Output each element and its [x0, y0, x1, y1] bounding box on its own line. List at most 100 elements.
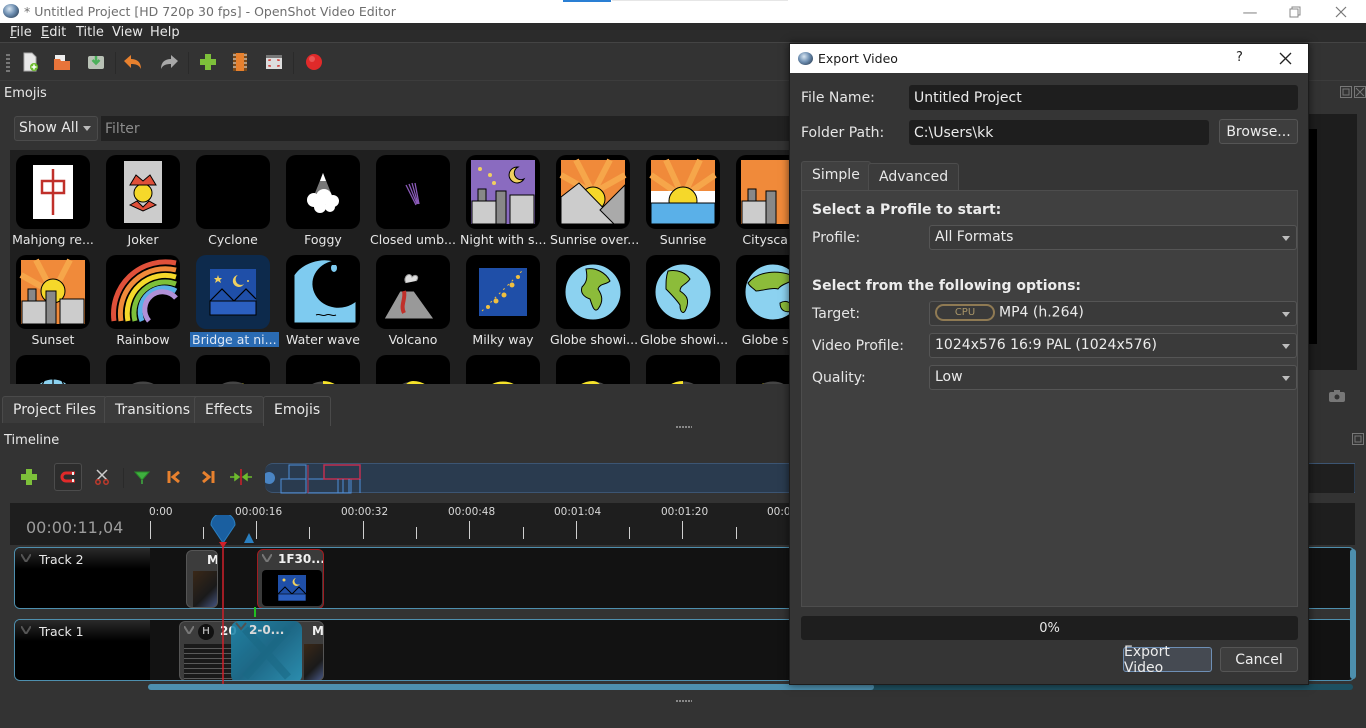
file-name-input[interactable]	[909, 85, 1298, 110]
emoji-item[interactable]: Sunrise over...	[550, 152, 639, 250]
close-window-button[interactable]	[1318, 0, 1364, 23]
emoji-category-select[interactable]: Show All	[14, 116, 98, 141]
tab-project-files[interactable]: Project Files	[2, 396, 108, 423]
timeline-vertical-scrollbar[interactable]	[1350, 549, 1356, 679]
emoji-item[interactable]: Volcano	[370, 252, 456, 350]
add-marker-button[interactable]	[130, 464, 154, 490]
emoji-label: Water wave	[286, 332, 360, 347]
dialog-close-button[interactable]	[1279, 47, 1292, 70]
emoji-label: Rainbow	[116, 332, 170, 347]
minimize-button[interactable]: —	[1227, 0, 1273, 23]
emoji-item[interactable]: Water wave	[280, 252, 366, 350]
emoji-item[interactable]	[190, 352, 276, 384]
dock-resize-handle[interactable]	[676, 426, 692, 428]
emoji-item[interactable]: Globe showi...	[640, 252, 728, 350]
chevron-down-icon[interactable]	[262, 554, 272, 562]
full-moon-icon	[466, 355, 540, 384]
new-project-button[interactable]	[19, 51, 41, 73]
film-icon	[233, 53, 247, 71]
menu-view[interactable]: View	[112, 25, 143, 40]
chevron-down-icon[interactable]	[21, 554, 31, 562]
chevron-down-icon[interactable]	[184, 626, 194, 634]
undo-button[interactable]	[122, 51, 144, 73]
snap-toggle-button[interactable]	[54, 463, 82, 491]
export-video-toolbar-button[interactable]	[303, 51, 325, 73]
timeline-scrollbar-handle[interactable]	[148, 684, 874, 690]
cancel-button[interactable]: Cancel	[1220, 647, 1298, 672]
timeline-clip-selected[interactable]: 1F30...	[257, 549, 324, 608]
float-dock-icon[interactable]	[1352, 433, 1364, 445]
emoji-item[interactable]	[550, 352, 636, 384]
emoji-item[interactable]	[370, 352, 456, 384]
transition-clip[interactable]: 2-0...	[231, 621, 302, 680]
emoji-item[interactable]: Milky way	[460, 252, 546, 350]
previous-marker-button[interactable]	[162, 464, 186, 490]
emoji-filter-input[interactable]	[101, 116, 791, 141]
next-marker-button[interactable]	[196, 464, 220, 490]
marker-icon[interactable]	[243, 533, 255, 545]
emoji-item[interactable]	[100, 352, 186, 384]
profile-value: All Formats	[935, 229, 1014, 245]
emoji-item[interactable]: Foggy	[280, 152, 366, 250]
folder-path-input[interactable]	[909, 120, 1209, 145]
emoji-item[interactable]: Sunset	[10, 252, 96, 350]
first-quarter-icon	[286, 355, 360, 384]
menu-bar: File Edit Title View Help	[0, 23, 1366, 43]
emoji-item[interactable]: Globe showi...	[550, 252, 638, 350]
timeline-resize-handle[interactable]	[676, 700, 692, 702]
center-playhead-button[interactable]	[229, 464, 253, 490]
restore-button[interactable]	[1272, 0, 1318, 23]
emoji-item[interactable]	[280, 352, 366, 384]
add-track-button[interactable]	[17, 464, 41, 490]
emoji-item[interactable]	[460, 352, 546, 384]
camera-icon[interactable]	[1328, 389, 1346, 403]
close-dock-icon[interactable]	[1354, 86, 1366, 98]
emoji-item[interactable]: Closed umb...	[370, 152, 456, 250]
emoji-item[interactable]: Night with s...	[460, 152, 546, 250]
emoji-item[interactable]: Joker	[100, 152, 186, 250]
razor-tool-button[interactable]	[90, 464, 114, 490]
menu-file[interactable]: File	[10, 25, 32, 40]
emoji-item[interactable]: Mahjong re...	[10, 152, 96, 250]
window-title: * Untitled Project [HD 720p 30 fps] - Op…	[24, 4, 396, 19]
float-dock-icon[interactable]	[1340, 86, 1352, 98]
track-header[interactable]: Track 2	[15, 548, 150, 608]
export-video-button[interactable]: Export Video	[1123, 644, 1212, 676]
track-header[interactable]: Track 1	[15, 620, 150, 680]
save-project-button[interactable]	[85, 51, 107, 73]
emoji-item[interactable]: Bridge at ni...	[190, 252, 279, 350]
open-project-button[interactable]	[51, 51, 73, 73]
emoji-item[interactable]: Cyclone	[190, 152, 276, 250]
tab-simple[interactable]: Simple	[801, 161, 871, 192]
menu-help[interactable]: Help	[150, 25, 180, 40]
chevron-down-icon	[1282, 376, 1290, 381]
emoji-item[interactable]	[10, 352, 96, 384]
tab-transitions[interactable]: Transitions	[104, 396, 201, 423]
fullscreen-button[interactable]	[263, 51, 285, 73]
emoji-item[interactable]: Sunrise	[640, 152, 726, 250]
help-button[interactable]: ?	[1236, 50, 1243, 65]
video-profile-select[interactable]: 1024x576 16:9 PAL (1024x576)	[929, 333, 1297, 358]
target-select[interactable]: CPU MP4 (h.264)	[929, 301, 1297, 326]
emoji-item[interactable]	[730, 352, 790, 384]
ruler-tick	[203, 527, 204, 539]
tab-emojis[interactable]: Emojis	[263, 396, 332, 426]
quality-select[interactable]: Low	[929, 365, 1297, 390]
toolbar-grip[interactable]	[6, 54, 10, 72]
browse-button[interactable]: Browse...	[1219, 119, 1298, 144]
emoji-item[interactable]	[640, 352, 726, 384]
tab-advanced[interactable]: Advanced	[868, 163, 960, 191]
menu-title[interactable]: Title	[76, 25, 104, 40]
choose-profile-button[interactable]	[229, 51, 251, 73]
emoji-item[interactable]: Cityscape	[730, 152, 790, 250]
import-files-button[interactable]	[197, 51, 219, 73]
profile-select[interactable]: All Formats	[929, 225, 1297, 250]
tab-effects[interactable]: Effects	[194, 396, 264, 423]
chevron-down-icon[interactable]	[21, 626, 31, 634]
menu-edit[interactable]: Edit	[41, 25, 66, 40]
redo-button[interactable]	[158, 51, 180, 73]
emoji-item[interactable]: Rainbow	[100, 252, 186, 350]
cityscape-dusk-icon	[736, 155, 790, 229]
playhead[interactable]	[208, 515, 238, 685]
emoji-item[interactable]: Globe sho	[730, 252, 790, 350]
